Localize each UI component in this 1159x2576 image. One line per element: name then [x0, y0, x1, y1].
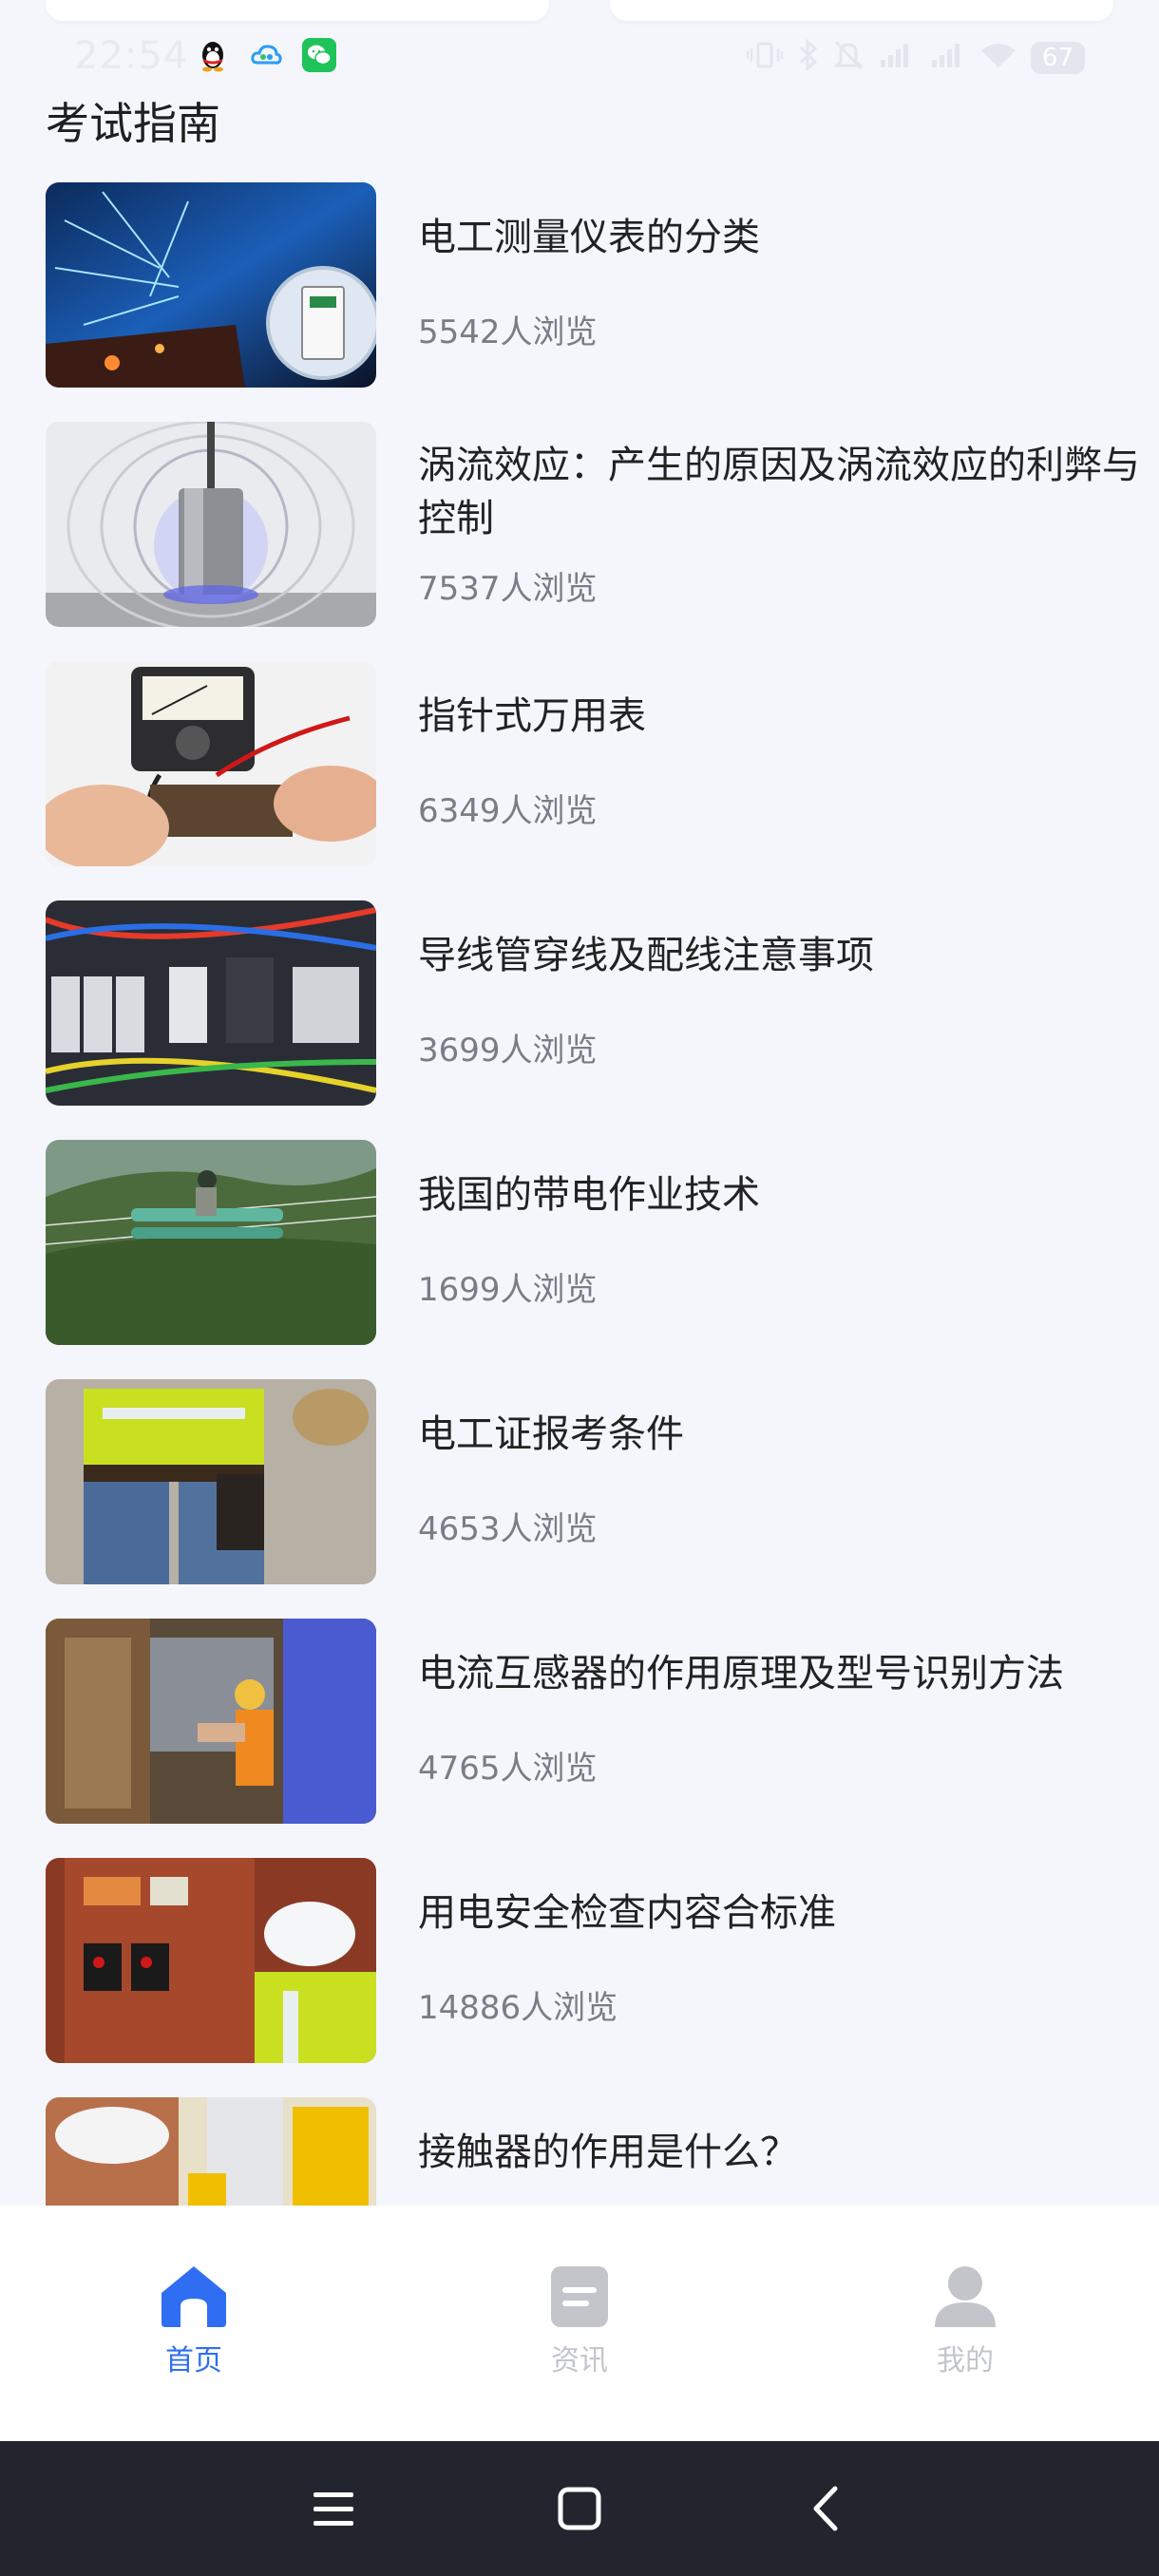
wechat-icon [302, 38, 336, 72]
status-indicators: 67 [746, 34, 1085, 82]
tab-news-label: 资讯 [551, 2344, 608, 2377]
article-view-count: 7537人浏览 [418, 570, 598, 608]
article-thumbnail [46, 182, 376, 388]
article-view-count: 4653人浏览 [418, 1510, 598, 1548]
article-view-count: 14886人浏览 [418, 1989, 618, 2027]
article-thumbnail [46, 1619, 376, 1824]
article-item[interactable]: 我国的带电作业技术 1699人浏览 [46, 1140, 1119, 1345]
article-view-count: 5542人浏览 [418, 313, 598, 351]
article-thumbnail [46, 1858, 376, 2063]
article-list[interactable]: 电工测量仪表的分类 5542人浏览 涡流效应：产生的原因及涡流效应的利弊与控制 … [0, 182, 1159, 2206]
article-view-count: 3699人浏览 [418, 1032, 598, 1070]
system-nav-bar [0, 2441, 1159, 2576]
article-item[interactable]: 导线管穿线及配线注意事项 3699人浏览 [46, 900, 1119, 1106]
article-item[interactable]: 电流互感器的作用原理及型号识别方法 4765人浏览 [46, 1619, 1119, 1824]
home-icon [162, 2266, 226, 2327]
tab-news[interactable]: 资讯 [504, 2264, 656, 2388]
article-title: 导线管穿线及配线注意事项 [418, 934, 874, 977]
menu-icon[interactable] [300, 2475, 367, 2542]
article-title: 电流互感器的作用原理及型号识别方法 [418, 1652, 1064, 1695]
signal-icon-1 [877, 41, 915, 76]
previous-card-right[interactable] [610, 0, 1113, 21]
article-title: 指针式万用表 [418, 694, 646, 738]
back-icon[interactable] [793, 2475, 860, 2542]
article-title: 用电安全检查内容合标准 [418, 1891, 836, 1935]
tab-profile[interactable]: 我的 [889, 2264, 1041, 2388]
article-thumbnail [46, 661, 376, 866]
bluetooth-icon [797, 38, 820, 78]
article-thumbnail [46, 2097, 376, 2206]
article-title: 接触器的作用是什么？ [418, 2131, 798, 2174]
cloud-icon [249, 38, 283, 72]
article-title: 涡流效应：产生的原因及涡流效应的利弊与控制 [418, 444, 1140, 540]
vibrate-icon [746, 41, 784, 76]
previous-card-left[interactable] [46, 0, 549, 21]
status-bar: 22:54 67 [0, 34, 1159, 82]
qq-icon [196, 38, 230, 72]
tab-home[interactable]: 首页 [118, 2264, 270, 2388]
article-thumbnail [46, 900, 376, 1106]
article-thumbnail [46, 1379, 376, 1584]
section-title: 考试指南 [46, 98, 220, 149]
news-icon [551, 2266, 608, 2327]
article-view-count: 4765人浏览 [418, 1750, 598, 1788]
article-title: 电工测量仪表的分类 [418, 216, 760, 259]
article-thumbnail [46, 422, 376, 627]
article-item[interactable]: 指针式万用表 6349人浏览 [46, 661, 1119, 866]
article-item[interactable]: 电工证报考条件 4653人浏览 [46, 1379, 1119, 1584]
tab-profile-label: 我的 [937, 2344, 994, 2377]
home-square-icon[interactable] [546, 2475, 613, 2542]
article-item[interactable]: 接触器的作用是什么？ [46, 2097, 1119, 2206]
article-title: 我国的带电作业技术 [418, 1173, 760, 1217]
status-time: 22:54 [74, 34, 189, 78]
article-thumbnail [46, 1140, 376, 1345]
article-title: 电工证报考条件 [418, 1412, 684, 1456]
article-view-count: 1699人浏览 [418, 1271, 598, 1309]
article-item[interactable]: 用电安全检查内容合标准 14886人浏览 [46, 1858, 1119, 2063]
profile-icon [935, 2266, 996, 2327]
signal-icon-2 [928, 41, 966, 76]
bottom-tab-bar: 首页 资讯 我的 [0, 2206, 1159, 2441]
battery-indicator: 67 [1030, 42, 1085, 74]
tab-home-label: 首页 [165, 2344, 222, 2377]
article-item[interactable]: 涡流效应：产生的原因及涡流效应的利弊与控制 7537人浏览 [46, 422, 1140, 627]
article-item[interactable]: 电工测量仪表的分类 5542人浏览 [46, 182, 1119, 388]
wifi-icon [979, 41, 1017, 76]
article-view-count: 6349人浏览 [418, 792, 598, 830]
mute-icon [833, 39, 864, 78]
